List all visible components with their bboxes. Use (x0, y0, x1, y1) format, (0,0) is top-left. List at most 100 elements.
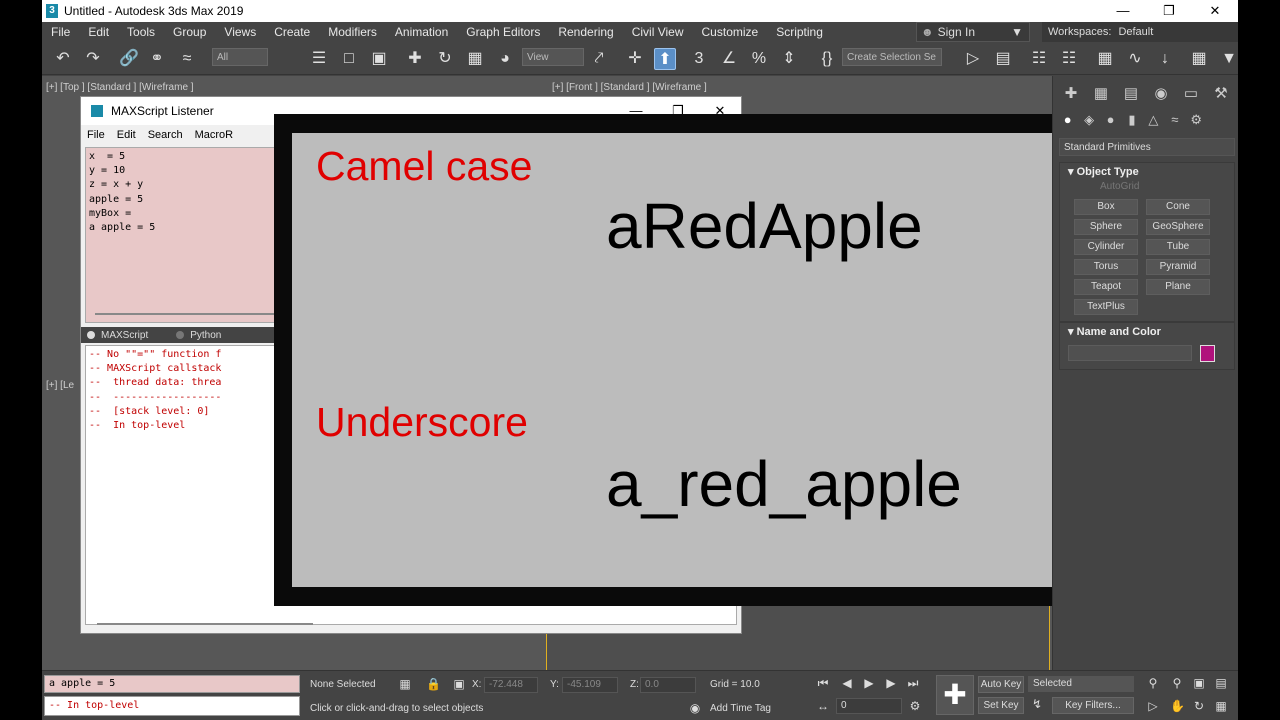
percent-snap-icon[interactable]: % (748, 48, 770, 70)
layer-explorer-icon[interactable]: ☷ (1058, 48, 1080, 70)
next-frame-icon[interactable]: ▶ (884, 676, 898, 690)
select-manipulate-icon[interactable]: ✛ (624, 48, 646, 70)
zoom-extents-icon[interactable]: ▣ (1192, 676, 1206, 690)
default-in-out-tangents-icon[interactable]: ↯ (1030, 697, 1044, 711)
menu-modifiers[interactable]: Modifiers (319, 22, 386, 42)
geosphere-button[interactable]: GeoSphere (1146, 219, 1210, 235)
reference-coordinate-dropdown[interactable]: View (522, 48, 584, 66)
textplus-button[interactable]: TextPlus (1074, 299, 1138, 315)
cameras-icon[interactable]: ▮ (1121, 112, 1142, 132)
material-editor-icon[interactable]: ▦ (1188, 48, 1210, 70)
render-setup-icon[interactable]: ▼ (1218, 48, 1238, 70)
listener-menu-file[interactable]: File (81, 129, 111, 141)
shapes-icon[interactable]: ◈ (1078, 112, 1099, 132)
ribbon-icon[interactable]: ▦ (1094, 48, 1116, 70)
rotate-icon[interactable]: ↻ (434, 48, 456, 70)
window-crossing-icon[interactable]: ▣ (368, 48, 390, 70)
listener-menu-macrorecorder[interactable]: MacroR (189, 129, 240, 141)
time-tag-icon[interactable]: ◉ (688, 701, 702, 715)
play-icon[interactable]: ▶ (862, 676, 876, 690)
align-icon[interactable]: ▤ (992, 48, 1014, 70)
absolute-mode-icon[interactable]: ▣ (452, 677, 466, 691)
selection-filter-dropdown[interactable]: All (212, 48, 268, 66)
utilities-tab-icon[interactable]: ⚒ (1207, 84, 1235, 106)
minimize-button[interactable]: — (1100, 0, 1146, 22)
redo-icon[interactable]: ↷ (82, 48, 104, 70)
viewport-label-top[interactable]: [+] [Top ] [Standard ] [Wireframe ] (46, 82, 194, 93)
pivot-center-icon[interactable]: ⤤ (588, 48, 610, 70)
mini-listener-output[interactable]: -- In top-level (44, 696, 300, 716)
mirror-icon[interactable]: ▷ (962, 48, 984, 70)
named-selection-dropdown[interactable]: Create Selection Se (842, 48, 942, 66)
hierarchy-tab-icon[interactable]: ▤ (1117, 84, 1145, 106)
spinner-snap-icon[interactable]: ⇕ (778, 48, 800, 70)
pyramid-button[interactable]: Pyramid (1146, 259, 1210, 275)
orbit-icon[interactable]: ↻ (1192, 699, 1206, 713)
autogrid-checkbox[interactable]: AutoGrid (1060, 181, 1234, 195)
time-configuration-icon[interactable]: ⚙ (908, 699, 922, 713)
systems-icon[interactable]: ⚙ (1186, 112, 1207, 132)
select-by-name-icon[interactable]: ☰ (308, 48, 330, 70)
listener-menu-search[interactable]: Search (142, 129, 189, 141)
scene-explorer-icon[interactable]: ☷ (1028, 48, 1050, 70)
sphere-button[interactable]: Sphere (1074, 219, 1138, 235)
curve-editor-icon[interactable]: ∿ (1124, 48, 1146, 70)
angle-snap-icon[interactable]: ∠ (718, 48, 740, 70)
sign-in-dropdown[interactable]: ☻ Sign In ▼ (916, 22, 1030, 42)
teapot-button[interactable]: Teapot (1074, 279, 1138, 295)
object-color-swatch[interactable] (1200, 345, 1215, 362)
menu-tools[interactable]: Tools (118, 22, 164, 42)
menu-animation[interactable]: Animation (386, 22, 457, 42)
geometry-icon[interactable]: ● (1057, 112, 1078, 132)
object-name-field[interactable] (1068, 345, 1192, 361)
link-icon[interactable]: 🔗 (118, 48, 140, 70)
motion-tab-icon[interactable]: ◉ (1147, 84, 1175, 106)
add-time-tag[interactable]: Add Time Tag (710, 703, 771, 714)
placement-icon[interactable]: ◕ (494, 48, 516, 70)
menu-rendering[interactable]: Rendering (549, 22, 622, 42)
scale-icon[interactable]: ▦ (464, 48, 486, 70)
zoom-icon[interactable]: ⚲ (1146, 676, 1160, 690)
move-icon[interactable]: ✚ (404, 48, 426, 70)
viewport-label-left[interactable]: [+] [Le (46, 380, 74, 391)
close-button[interactable]: ✕ (1192, 0, 1238, 22)
menu-group[interactable]: Group (164, 22, 215, 42)
z-coordinate-field[interactable]: 0.0 (640, 677, 696, 693)
x-coordinate-field[interactable]: -72.448 (484, 677, 538, 693)
display-tab-icon[interactable]: ▭ (1177, 84, 1205, 106)
box-button[interactable]: Box (1074, 199, 1138, 215)
menu-views[interactable]: Views (215, 22, 265, 42)
object-type-header[interactable]: ▾ Object Type (1060, 163, 1234, 181)
menu-create[interactable]: Create (265, 22, 319, 42)
modify-tab-icon[interactable]: ▦ (1087, 84, 1115, 106)
cylinder-button[interactable]: Cylinder (1074, 239, 1138, 255)
isolate-selection-icon[interactable]: ▦ (398, 677, 412, 691)
undo-icon[interactable]: ↶ (52, 48, 74, 70)
unlink-icon[interactable]: ⚭ (146, 48, 168, 70)
pan-icon[interactable]: ✋ (1170, 699, 1185, 713)
maximize-button[interactable]: ❐ (1146, 0, 1192, 22)
cone-button[interactable]: Cone (1146, 199, 1210, 215)
bind-space-warp-icon[interactable]: ≈ (176, 48, 198, 70)
set-keys-button[interactable]: ✚ (936, 675, 974, 715)
name-and-color-header[interactable]: ▾ Name and Color (1060, 323, 1234, 341)
key-filters-button[interactable]: Key Filters... (1052, 697, 1134, 714)
snaps-toggle-icon[interactable]: 3 (688, 48, 710, 70)
plane-button[interactable]: Plane (1146, 279, 1210, 295)
y-coordinate-field[interactable]: -45.109 (562, 677, 618, 693)
select-object-icon[interactable] (278, 48, 300, 70)
auto-key-button[interactable]: Auto Key (978, 676, 1024, 693)
selection-set-dropdown[interactable]: Selected (1028, 676, 1134, 692)
current-frame-field[interactable]: 0 (836, 698, 902, 714)
menu-scripting[interactable]: Scripting (767, 22, 832, 42)
mini-listener-input[interactable]: a apple = 5 (44, 675, 300, 693)
menu-edit[interactable]: Edit (79, 22, 118, 42)
menu-customize[interactable]: Customize (693, 22, 768, 42)
selection-region-icon[interactable]: □ (338, 48, 360, 70)
menu-file[interactable]: File (42, 22, 79, 42)
create-tab-icon[interactable]: ✚ (1057, 84, 1085, 106)
key-mode-icon[interactable]: ↔ (816, 699, 830, 713)
schematic-view-icon[interactable]: ↓ (1154, 48, 1176, 70)
maximize-viewport-icon[interactable]: ▦ (1214, 699, 1228, 713)
menu-civil-view[interactable]: Civil View (623, 22, 693, 42)
